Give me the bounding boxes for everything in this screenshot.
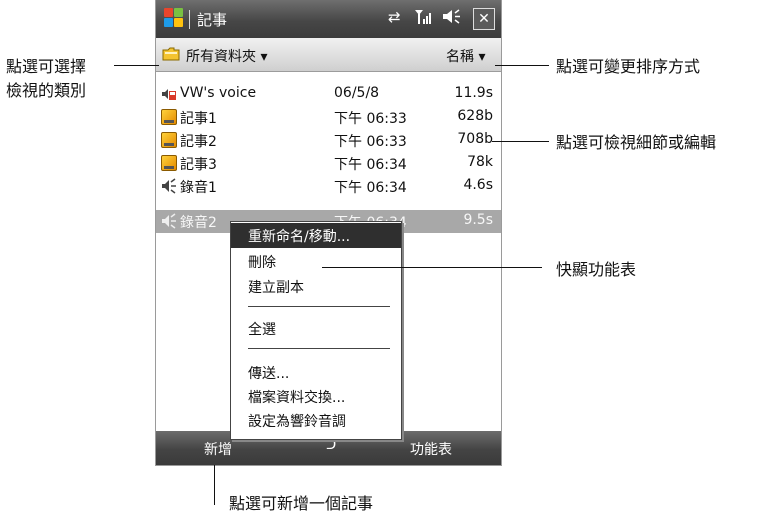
- app-title: 記事: [197, 11, 228, 29]
- title-separator: [189, 10, 190, 29]
- callout-line: [492, 141, 549, 142]
- file-name: VW's voice: [180, 85, 257, 101]
- note-icon: [161, 155, 177, 171]
- windows-start-icon[interactable]: [164, 8, 184, 28]
- note-icon: [161, 109, 177, 125]
- list-item[interactable]: 記事3 下午 06:34 78k: [156, 152, 501, 175]
- speaker-icon[interactable]: [442, 8, 462, 29]
- menu-item-copy[interactable]: 建立副本: [248, 277, 304, 297]
- menu-divider: [248, 348, 390, 349]
- menu-item-beam[interactable]: 檔案資料交換...: [248, 387, 345, 407]
- menu-divider: [248, 306, 390, 307]
- file-size: 11.9s: [454, 85, 493, 101]
- context-menu: 重新命名/移動... 刪除 建立副本 全選 傳送... 檔案資料交換... 設定…: [230, 221, 402, 440]
- file-size: 78k: [467, 154, 493, 170]
- list-item[interactable]: 記事2 下午 06:33 708b: [156, 129, 501, 152]
- folder-icon[interactable]: [162, 47, 180, 61]
- menu-item-label: 重新命名/移動...: [248, 229, 351, 245]
- file-size: 9.5s: [463, 212, 493, 228]
- menu-button[interactable]: 功能表: [410, 439, 452, 459]
- file-name: 記事3: [180, 157, 217, 173]
- sync-arrows-icon[interactable]: ⇄: [388, 8, 401, 26]
- callout-category-line1: 點選可選擇: [6, 57, 87, 76]
- note-icon: [161, 132, 177, 148]
- menu-item-rename-move[interactable]: 重新命名/移動...: [231, 223, 401, 248]
- list-header-bar: 所有資料夾 ▾ 名稱 ▾: [156, 38, 501, 72]
- file-date: 下午 06:34: [334, 180, 407, 196]
- callout-popup: 快顯功能表: [556, 260, 637, 279]
- menu-item-set-ringtone[interactable]: 設定為響鈴音調: [248, 411, 346, 431]
- file-name: 錄音1: [180, 180, 217, 196]
- callout-details: 點選可檢視細節或編輯: [556, 133, 717, 152]
- file-date: 下午 06:33: [334, 134, 407, 150]
- callout-line: [495, 65, 549, 66]
- file-name: 記事1: [180, 111, 217, 127]
- menu-item-delete[interactable]: 刪除: [248, 252, 276, 272]
- file-size: 4.6s: [463, 177, 493, 193]
- voice-recording-icon: [162, 89, 176, 100]
- folder-filter-dropdown[interactable]: 所有資料夾 ▾: [186, 46, 267, 66]
- callout-sort: 點選可變更排序方式: [556, 57, 701, 76]
- menu-item-select-all[interactable]: 全選: [248, 319, 276, 339]
- menu-item-send[interactable]: 傳送...: [248, 363, 289, 383]
- file-name: 記事2: [180, 134, 217, 150]
- new-button[interactable]: 新增: [204, 439, 232, 459]
- file-name: 錄音2: [180, 215, 217, 231]
- voice-recording-icon: [162, 178, 176, 194]
- callout-category-line2: 檢視的類別: [6, 81, 87, 100]
- callout-line: [114, 65, 159, 66]
- voice-recording-icon: [162, 213, 176, 229]
- file-date: 下午 06:34: [334, 157, 407, 173]
- file-date: 06/5/8: [334, 85, 380, 101]
- callout-new: 點選可新增一個記事: [229, 494, 374, 513]
- callout-line: [322, 267, 542, 268]
- list-item[interactable]: VW's voice 06/5/8 11.9s: [156, 83, 501, 106]
- list-item[interactable]: 記事1 下午 06:33 628b: [156, 106, 501, 129]
- list-item[interactable]: 錄音1 下午 06:34 4.6s: [156, 175, 501, 198]
- file-size: 628b: [457, 108, 493, 124]
- sort-order-dropdown[interactable]: 名稱 ▾: [446, 46, 485, 66]
- callout-line: [214, 465, 215, 505]
- signal-icon[interactable]: [414, 8, 432, 29]
- file-date: 下午 06:33: [334, 111, 407, 127]
- title-bar: 記事 ⇄ ✕: [156, 0, 501, 38]
- file-size: 708b: [457, 131, 493, 147]
- close-button[interactable]: ✕: [473, 8, 495, 30]
